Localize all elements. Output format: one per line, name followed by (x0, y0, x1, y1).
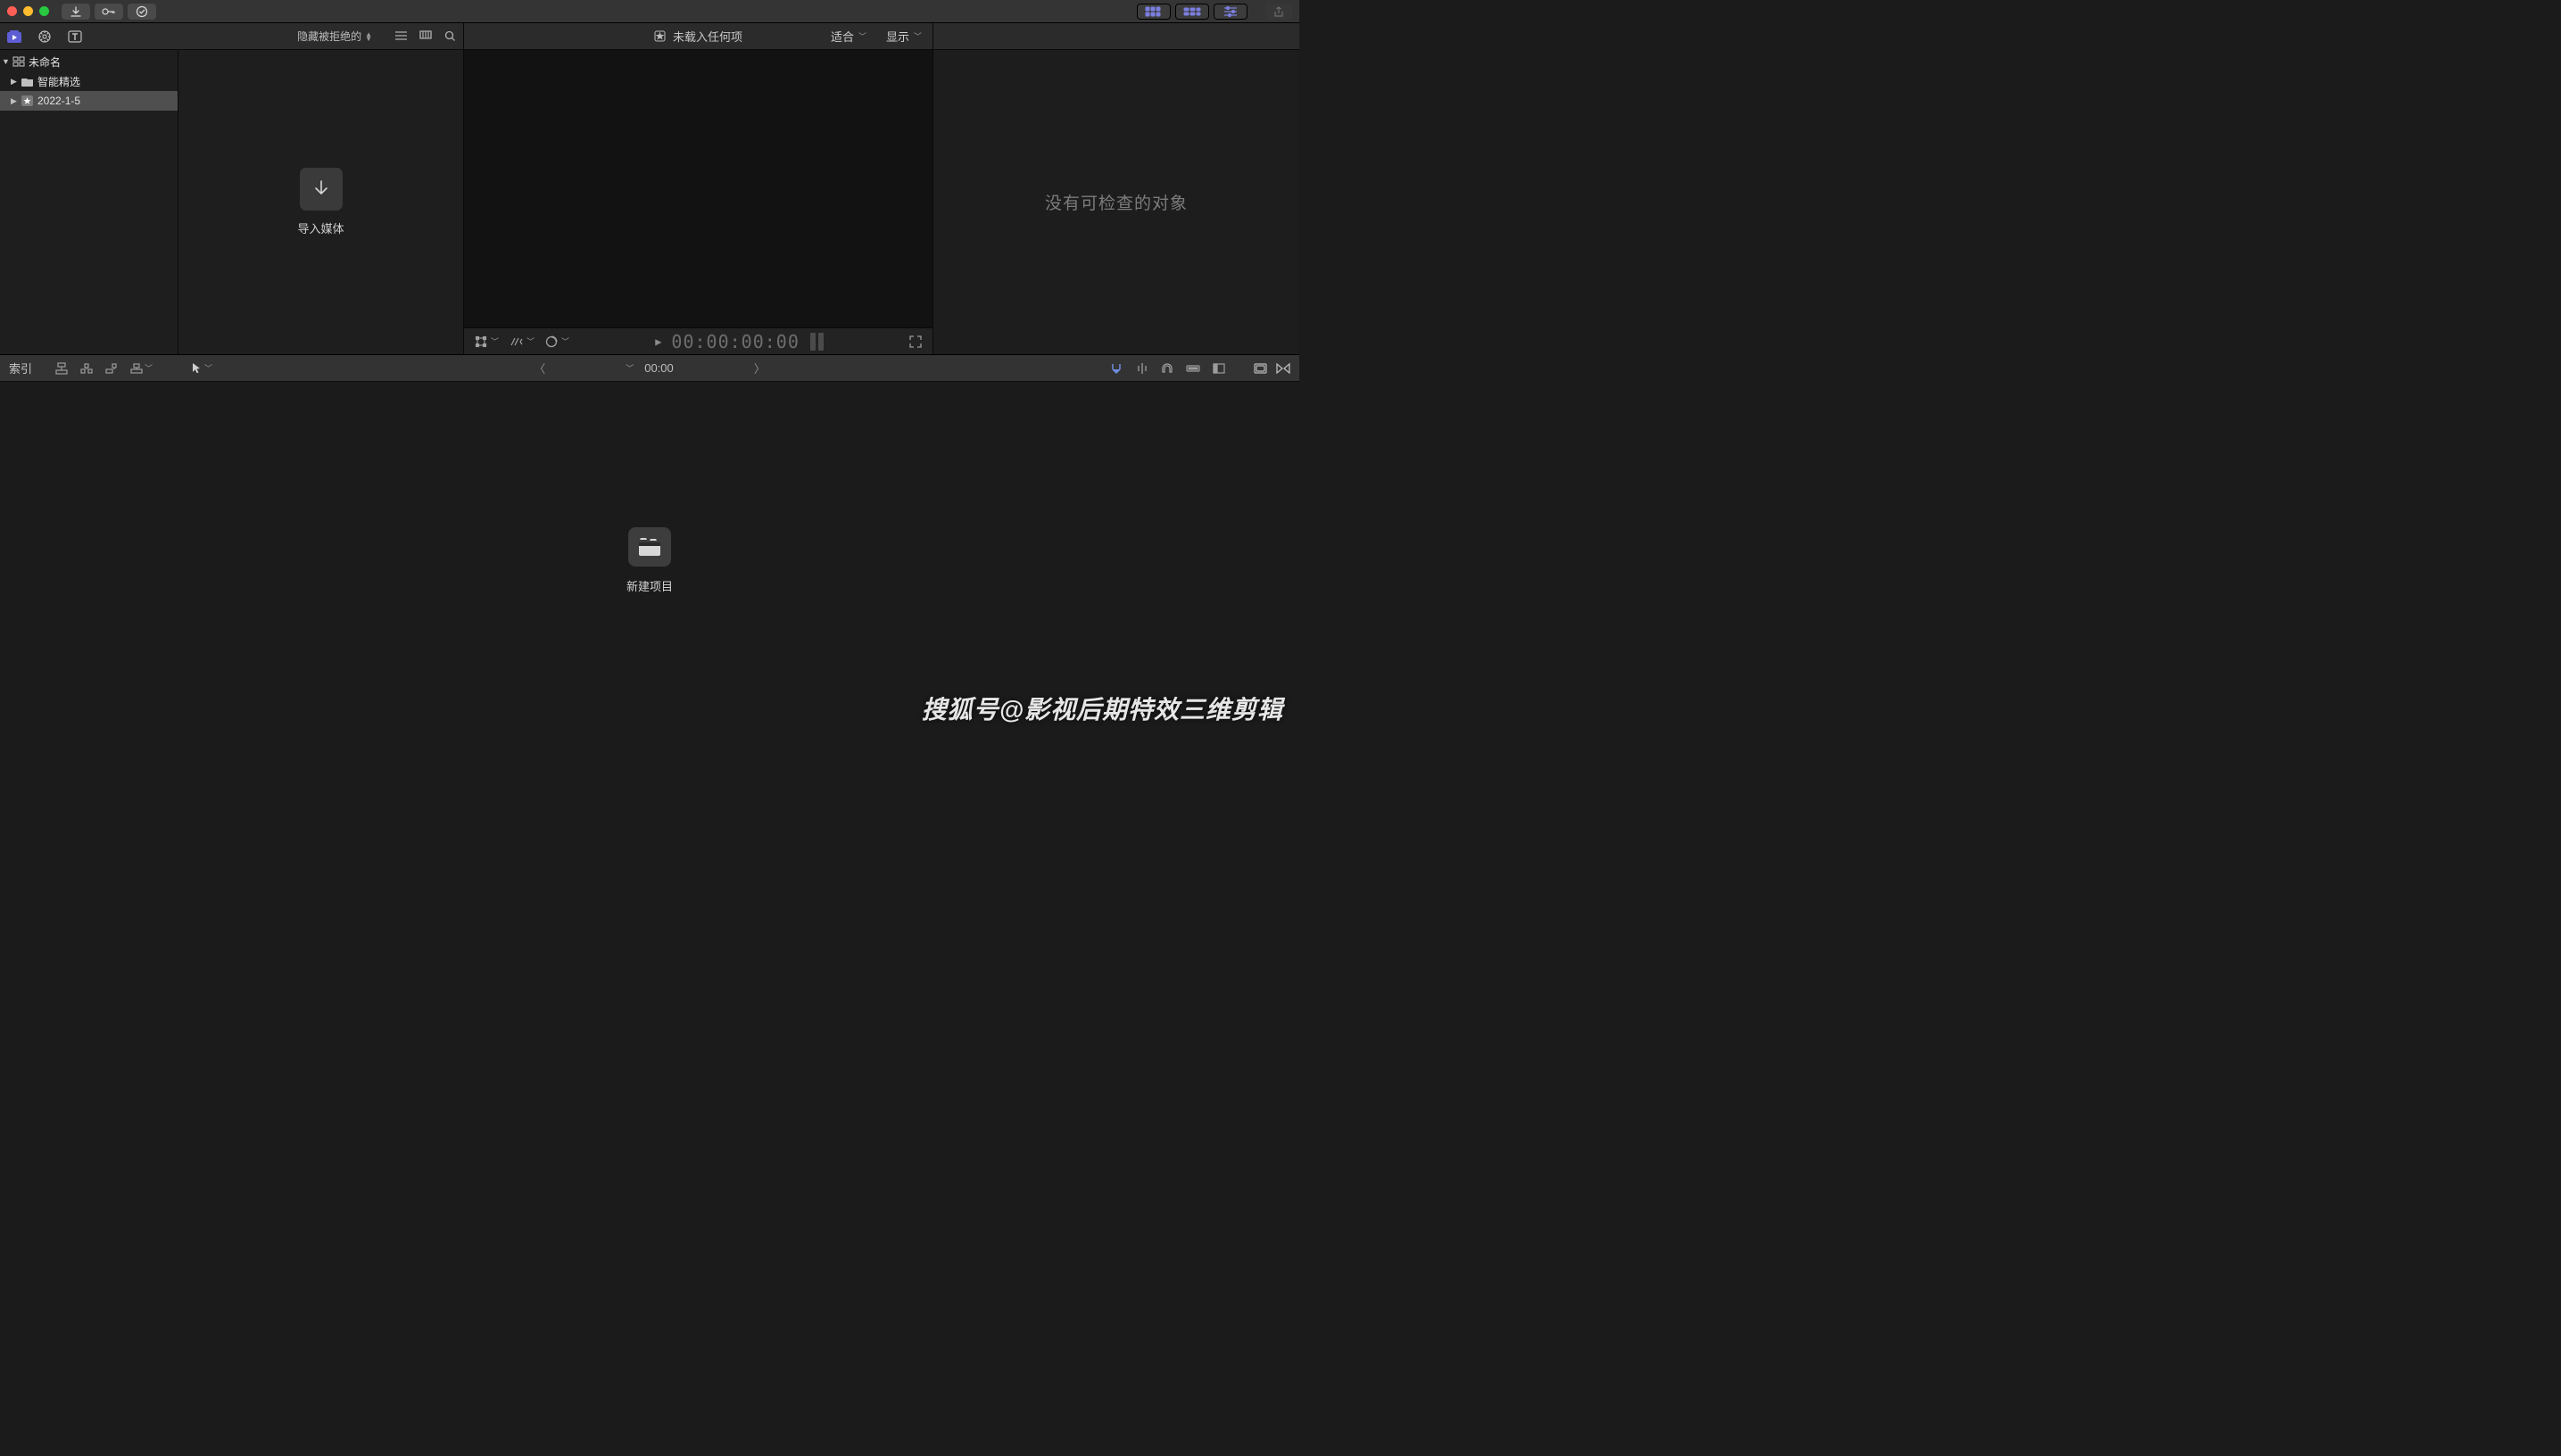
folder-icon (21, 77, 34, 87)
chevron-down-icon: ﹀ (561, 335, 569, 347)
chevron-down-icon: ﹀ (914, 30, 922, 42)
viewer-zoom-label: 适合 (831, 28, 854, 45)
close-window-button[interactable] (7, 6, 17, 16)
inspector-empty-text: 没有可检查的对象 (1045, 190, 1188, 214)
chevron-down-icon: ﹀ (145, 362, 153, 374)
import-media-button[interactable] (300, 168, 343, 211)
timeline-index-button[interactable]: 索引 (9, 360, 32, 376)
list-view-icon[interactable] (395, 30, 407, 42)
favorite-icon[interactable] (654, 30, 666, 42)
viewer-panel: ﹀ ﹀ ﹀ ▶ 00:00:00:00 (464, 50, 933, 354)
next-edit-icon[interactable]: 〉 (754, 360, 766, 376)
chevron-down-icon: ﹀ (526, 335, 535, 347)
sidebar: ▼ 未命名 ▶ 智能精选 ▶ 2022-1-5 (0, 50, 178, 354)
connect-clip-icon[interactable] (55, 362, 68, 375)
browser-filter-label: 隐藏被拒绝的 (297, 29, 361, 44)
timeline-right-tools (1109, 362, 1290, 375)
event-star-icon (21, 95, 34, 106)
transform-tool-button[interactable]: ﹀ (475, 335, 499, 348)
browser-view-icons (395, 30, 456, 42)
fullscreen-icon[interactable] (909, 335, 922, 348)
show-inspector-button[interactable] (1214, 4, 1247, 20)
sidebar-item-event[interactable]: ▶ 2022-1-5 (0, 91, 178, 111)
inspector-panel: 没有可检查的对象 (933, 50, 1299, 354)
sidebar-item-label: 2022-1-5 (37, 95, 80, 107)
disclosure-triangle-icon[interactable]: ▶ (11, 96, 18, 106)
library-tab-icon[interactable] (7, 30, 21, 43)
keyword-button[interactable] (95, 4, 123, 20)
chevron-down-icon: ﹀ (858, 30, 866, 42)
viewer-right-controls: 适合 ﹀ 显示 ﹀ (831, 28, 922, 45)
show-browser-button[interactable] (1137, 4, 1171, 20)
timecode-display: ▶ 00:00:00:00 (655, 331, 800, 352)
new-project-label: 新建项目 (626, 577, 673, 594)
viewer-display-dropdown[interactable]: 显示 ﹀ (886, 28, 922, 45)
watermark-text: 搜狐号@影视后期特效三维剪辑 (922, 691, 1283, 726)
search-icon[interactable] (444, 30, 456, 42)
viewer-title: 未载入任何项 (673, 28, 742, 45)
disclosure-triangle-icon[interactable]: ▼ (2, 57, 9, 66)
snapping-icon[interactable] (1109, 362, 1123, 375)
chevron-down-icon: ﹀ (204, 362, 212, 374)
viewer-title-group: 未载入任何项 (654, 28, 742, 45)
background-tasks-button[interactable] (128, 4, 156, 20)
sidebar-item-smart[interactable]: ▶ 智能精选 (0, 71, 178, 91)
chevron-down-icon[interactable]: ﹀ (626, 362, 634, 374)
photos-tab-icon[interactable] (37, 29, 52, 44)
toolbar-secondary: 隐藏被拒绝的 ▲▼ 未载入任何项 适合 ﹀ 显示 ﹀ (0, 23, 1299, 50)
meter-bar (818, 333, 824, 351)
viewer-toolbar: 未载入任何项 适合 ﹀ 显示 ﹀ (464, 23, 933, 49)
meter-bar (810, 333, 816, 351)
upper-area: ▼ 未命名 ▶ 智能精选 ▶ 2022-1-5 导入媒体 ﹀ (0, 50, 1299, 355)
disclosure-triangle-icon[interactable]: ▶ (11, 77, 18, 87)
insert-clip-icon[interactable] (80, 362, 93, 375)
effects-browser-icon[interactable] (1254, 363, 1267, 374)
library-icon (12, 56, 25, 67)
transitions-browser-icon[interactable] (1276, 363, 1290, 374)
browser-panel: 导入媒体 (178, 50, 464, 354)
browser-toolbar: 隐藏被拒绝的 ▲▼ (0, 23, 464, 49)
import-media-label: 导入媒体 (297, 219, 344, 236)
import-button[interactable] (62, 4, 90, 20)
sidebar-root-label: 未命名 (29, 54, 61, 70)
maximize-window-button[interactable] (39, 6, 49, 16)
new-project-button[interactable] (628, 527, 671, 567)
traffic-lights (7, 6, 49, 16)
timeline-time-label: 00:00 (644, 361, 674, 375)
sidebar-item-label: 智能精选 (37, 74, 80, 89)
chevron-down-icon: ﹀ (491, 335, 499, 347)
filmstrip-view-icon[interactable] (419, 30, 432, 42)
overwrite-clip-icon[interactable]: ﹀ (130, 362, 153, 375)
color-tool-button[interactable]: ﹀ (545, 335, 569, 348)
titles-tab-icon[interactable] (68, 30, 82, 43)
inspector-toolbar-space (933, 23, 1299, 49)
share-button[interactable] (1265, 4, 1292, 20)
sort-arrows-icon: ▲▼ (365, 32, 372, 41)
sidebar-root-item[interactable]: ▼ 未命名 (0, 52, 178, 71)
clip-appearance-icon[interactable] (1213, 363, 1225, 374)
timeline-toolbar: 索引 ﹀ ﹀ 〈 ﹀ 00:00 〉 (0, 355, 1299, 382)
timeline-navigator: 〈 ﹀ 00:00 〉 (534, 360, 766, 376)
timeline-panel: 新建项目 搜狐号@影视后期特效三维剪辑 (0, 382, 1299, 739)
solo-icon[interactable] (1186, 363, 1200, 374)
select-tool-icon[interactable]: ﹀ (192, 362, 212, 375)
titlebar (0, 0, 1299, 23)
audio-skimming-icon[interactable] (1161, 362, 1173, 375)
viewer-zoom-dropdown[interactable]: 适合 ﹀ (831, 28, 866, 45)
viewer-display-label: 显示 (886, 28, 909, 45)
show-timeline-button[interactable] (1175, 4, 1209, 20)
audio-meters (810, 333, 824, 351)
retime-tool-button[interactable]: ﹀ (510, 335, 535, 347)
viewer-controls: ﹀ ﹀ ﹀ ▶ 00:00:00:00 (464, 327, 932, 354)
timecode-value: 00:00:00:00 (671, 331, 799, 352)
prev-edit-icon[interactable]: 〈 (534, 360, 545, 376)
minimize-window-button[interactable] (23, 6, 33, 16)
browser-filter-dropdown[interactable]: 隐藏被拒绝的 ▲▼ (297, 29, 372, 44)
titlebar-right (1137, 4, 1292, 20)
skimming-icon[interactable] (1136, 362, 1148, 375)
append-clip-icon[interactable] (105, 362, 118, 375)
play-icon[interactable]: ▶ (655, 335, 662, 348)
